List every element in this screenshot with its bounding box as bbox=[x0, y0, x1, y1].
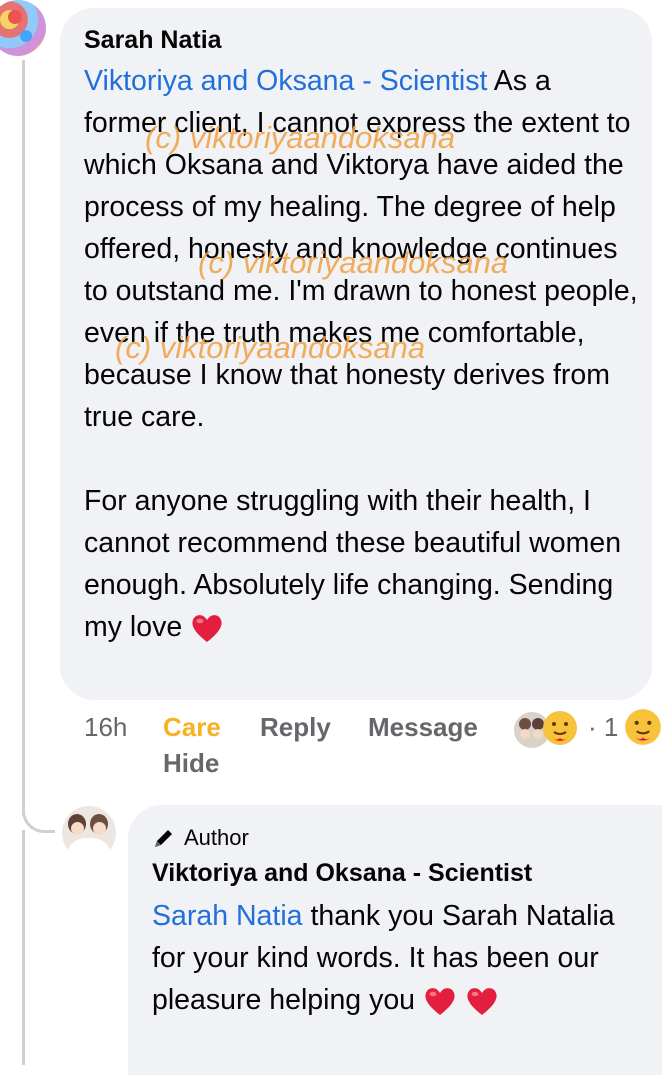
reply-bubble: Author Viktoriya and Oksana - Scientist … bbox=[128, 805, 662, 1075]
mention-link[interactable]: Sarah Natia bbox=[152, 900, 303, 932]
author-avatar[interactable] bbox=[62, 806, 116, 860]
care-reaction-button[interactable]: Care bbox=[163, 712, 221, 743]
pencil-icon bbox=[155, 830, 172, 847]
reply-button[interactable]: Reply bbox=[260, 712, 331, 743]
comment-timestamp[interactable]: 16h bbox=[84, 712, 127, 743]
reply-author[interactable]: Viktoriya and Oksana - Scientist bbox=[152, 859, 532, 888]
author-badge: Author bbox=[152, 825, 249, 851]
care-emoji-icon[interactable] bbox=[622, 706, 663, 748]
red-heart-emoji bbox=[467, 988, 497, 1016]
reaction-count[interactable]: · 1 bbox=[588, 712, 618, 743]
hide-button[interactable]: Hide bbox=[163, 748, 219, 779]
message-button[interactable]: Message bbox=[368, 712, 478, 743]
red-heart-emoji bbox=[425, 988, 455, 1016]
reply-body: Sarah Natia thank you Sarah Natalia for … bbox=[152, 895, 642, 1021]
care-emoji-icon bbox=[543, 711, 577, 745]
author-badge-label: Author bbox=[184, 825, 249, 850]
